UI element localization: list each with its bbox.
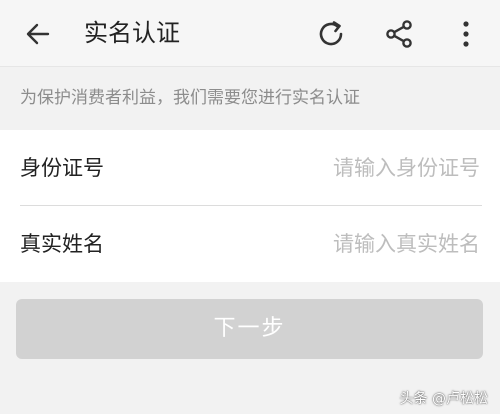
real-name-row: 真实姓名 [0,206,500,282]
back-button[interactable] [20,16,56,52]
more-button[interactable] [448,16,484,52]
real-name-input[interactable] [180,224,480,264]
id-number-row: 身份证号 [0,130,500,206]
more-vertical-icon [463,21,469,47]
id-number-input[interactable] [180,148,480,188]
id-number-label: 身份证号 [20,156,104,180]
app-bar: 实名认证 [0,0,500,67]
refresh-button[interactable] [313,16,349,52]
notice-text: 为保护消费者利益，我们需要您进行实名认证 [20,88,360,108]
watermark: 头条 @卢松松 [399,391,488,407]
verification-form: 身份证号 真实姓名 [0,130,500,282]
share-icon [386,20,412,48]
refresh-icon [319,21,343,46]
share-button[interactable] [381,16,417,52]
real-name-label: 真实姓名 [20,232,104,256]
page-title: 实名认证 [84,19,180,47]
arrow-left-icon [26,23,50,45]
next-button[interactable]: 下一步 [16,299,483,359]
